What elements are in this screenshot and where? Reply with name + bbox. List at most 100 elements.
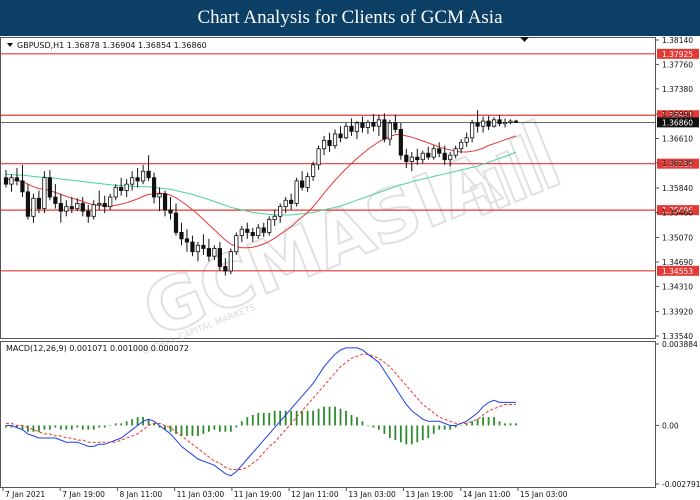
price-tick-label: 1.37760 [662,60,693,69]
candle-body [420,152,425,161]
macd-histogram-bar [388,425,391,439]
macd-histogram-bar [32,425,35,432]
macd-histogram-bar [43,425,46,430]
candle-body [256,227,261,237]
candle-body [250,231,255,237]
candle-body [382,119,387,140]
candle-body [300,180,305,188]
candle-body [25,191,31,217]
candle-body [119,186,124,191]
candle [393,114,398,133]
candle-body [14,177,20,182]
candle-body [349,125,354,132]
candle-body [179,231,184,240]
candle-body [75,203,80,209]
candle [398,123,403,160]
macd-histogram-bar [476,419,479,426]
macd-histogram-bar [416,425,419,443]
signal-line [6,353,516,470]
time-tick-label: 11 Jan 03:00 [177,490,225,499]
candle-body [497,119,502,125]
candle-body [206,248,212,257]
macd-histogram-bar [246,417,249,426]
candle-body [508,120,513,123]
macd-indicator [5,347,517,477]
macd-histogram-bar [180,425,183,436]
macd-histogram-bar [301,410,304,426]
candle-body [168,209,173,214]
time-tick-label: 12 Jan 11:00 [291,490,339,499]
candle-body [294,180,299,204]
macd-histogram-bar [240,421,243,426]
price-tick-label: 1.35070 [662,234,693,243]
candle-body [42,177,47,209]
macd-histogram-bar [54,425,57,428]
candle [305,172,310,192]
candle [179,222,184,246]
macd-histogram-bar [493,417,495,426]
macd-histogram-bar [394,425,397,441]
candle [173,203,179,236]
candle-body [365,121,371,128]
macd-histogram-bar [328,406,331,426]
symbol-dropdown-icon[interactable] [7,43,13,47]
macd-histogram-bar [432,425,435,434]
macd-histogram-bar [361,421,364,426]
macd-histogram-bar [279,410,282,426]
price-tick-label: 1.36230 [662,159,693,168]
macd-histogram-bar [197,425,199,436]
candle-body [201,244,206,249]
candle [97,190,102,210]
candle-body [146,170,151,179]
macd-histogram-bar [131,419,134,426]
macd-histogram-bar [449,425,452,430]
candle-body [387,122,392,140]
candle [64,200,69,217]
macd-histogram-bar [498,421,501,426]
macd-histogram-bar [284,410,287,426]
macd-histogram-bar [48,425,51,430]
price-panel-header: GBPUSD,H1 1.36878 1.36904 1.36854 1.3686… [7,41,207,50]
candle-body [162,193,168,211]
macd-histogram-bar [405,425,408,445]
candle-body [228,251,233,272]
candle [228,248,233,275]
candle-body [480,120,486,127]
candle-body [217,248,222,267]
candle [47,169,52,201]
price-tick-label: 1.36990 [662,110,693,119]
macd-histogram-bar [229,425,232,432]
candle-body [261,227,266,233]
candle-body [130,177,135,185]
macd-histogram-bar [27,425,29,432]
candle [294,177,299,207]
candle [151,172,157,204]
candle-body [64,206,69,212]
candle-body [20,180,25,193]
candle-body [371,121,376,127]
macd-histogram-bar [224,425,227,432]
candle-body [491,119,497,127]
macd-histogram-bar [312,410,314,426]
macd-histogram-bar [345,410,347,426]
macd-histogram-bar [443,425,446,430]
candle-body [431,148,436,158]
candle-body [354,122,360,132]
candle [58,193,63,223]
candle-body [97,203,102,206]
candle-body [58,203,63,212]
candle [486,115,491,131]
candle-body [442,152,447,161]
candle [168,197,173,220]
candle-body [426,152,431,158]
candle-body [86,210,91,217]
macd-histogram-bar [460,425,463,427]
macd-histogram-bar [509,423,512,426]
macd-axis: 0.003884 0.00 -0.002791 [655,340,700,489]
candle-body [486,120,491,127]
macd-histogram-bar [350,414,353,426]
macd-histogram-bar [65,425,68,430]
macd-histogram-bar [378,425,380,430]
macd-histogram-bar [317,408,320,426]
candle-body [305,176,310,188]
